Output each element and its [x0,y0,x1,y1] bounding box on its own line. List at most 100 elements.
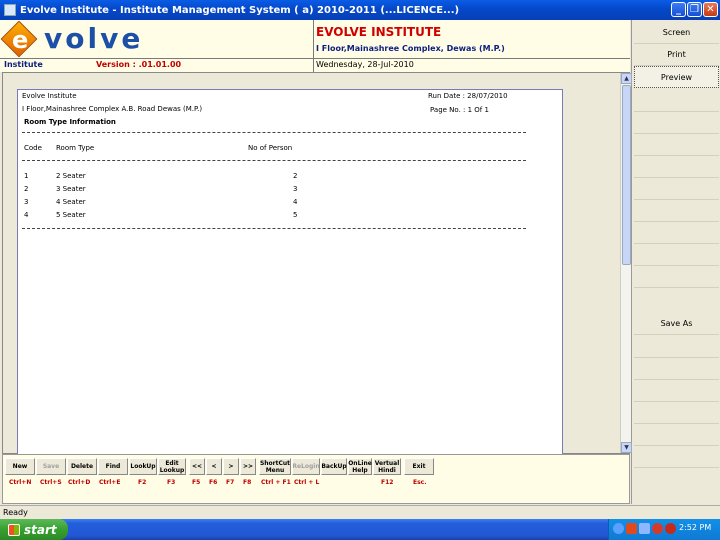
print-button[interactable]: Print [634,44,719,66]
col-header-code: Code [24,144,42,152]
panel-divider [634,379,719,380]
logo: e volve [0,20,154,58]
col-header-persons: No of Person [248,144,293,152]
scroll-thumb[interactable] [622,85,631,265]
save-as-button[interactable]: Save As [634,313,719,335]
online-help-button[interactable]: OnLine Help [348,458,372,475]
find-button[interactable]: Find [98,458,128,475]
close-icon[interactable]: ✕ [703,2,718,17]
row-persons: 2 [293,172,298,180]
row-persons: 4 [293,198,298,206]
panel-divider [634,111,719,112]
shortcut-key: Ctrl+E [99,479,121,486]
report-rule [22,132,526,133]
taskbar: start 2:52 PM [0,519,720,540]
report-rule [22,228,526,229]
title-bar[interactable]: Evolve Institute - Institute Management … [0,0,720,20]
network-icon[interactable] [613,523,624,534]
previous-record-button[interactable]: < [206,458,222,475]
shortcut-key: Ctrl + F1 [261,479,291,486]
shortcut-key: F7 [226,479,235,486]
clock[interactable]: 2:52 PM [679,523,711,532]
logo-letter: e [12,26,29,54]
last-record-button[interactable]: >> [240,458,256,475]
preview-margin [581,73,619,453]
shortcut-key: F6 [209,479,218,486]
panel-divider [634,199,719,200]
screen-button[interactable]: Screen [634,22,719,44]
row-persons: 5 [293,211,298,219]
edit-lookup-button[interactable]: Edit Lookup [158,458,186,475]
window-controls: _ ❐ ✕ [671,2,718,17]
panel-divider [634,243,719,244]
panel-divider [634,177,719,178]
windows-logo-icon [8,523,20,536]
shortcut-key: F12 [381,479,394,486]
virtual-hindi-button[interactable]: Vertual Hindi [373,458,401,475]
volume-icon[interactable] [639,523,650,534]
report-address: I Floor,Mainashree Complex A.B. Road Dew… [22,105,203,113]
relogin-button[interactable]: ReLogin [292,458,320,475]
restore-icon[interactable]: ❐ [687,2,702,17]
save-button[interactable]: Save [36,458,66,475]
status-bar: Ready [0,505,720,519]
new-button[interactable]: New [5,458,35,475]
panel-divider [634,467,719,468]
app-icon [4,4,16,16]
report-page: Evolve Institute I Floor,Mainashree Comp… [17,89,563,457]
panel-divider [634,445,719,446]
start-button[interactable]: start [0,519,68,540]
panel-divider [634,221,719,222]
panel-divider [634,287,719,288]
lookup-button[interactable]: LookUp [129,458,157,475]
col-header-room-type: Room Type [56,144,95,152]
start-label: start [24,522,57,537]
window-title: Evolve Institute - Institute Management … [20,4,460,16]
shortcut-key: Esc. [413,479,427,486]
security-icon[interactable] [652,523,663,534]
row-persons: 3 [293,185,298,193]
current-date: Wednesday, 28-Jul-2010 [316,60,414,69]
preview-button[interactable]: Preview [634,66,719,88]
vertical-scrollbar[interactable]: ▲ ▼ [620,73,632,453]
row-code: 4 [24,211,29,219]
minimize-icon[interactable]: _ [671,2,686,17]
panel-divider [634,423,719,424]
report-title: Room Type Information [24,118,116,126]
shortcut-key: F8 [243,479,252,486]
version-label: Version : .01.01.00 [96,60,182,69]
row-code: 3 [24,198,29,206]
shortcut-key: F5 [192,479,201,486]
exit-button[interactable]: Exit [404,458,434,475]
first-record-button[interactable]: << [189,458,205,475]
status-text: Ready [3,508,28,517]
language-icon[interactable] [626,523,637,534]
antivirus-icon[interactable] [665,523,676,534]
module-name: Institute [4,60,43,69]
shortcut-key: Ctrl+S [40,479,62,486]
row-room-type: 2 Seater [56,172,86,180]
report-preview: Evolve Institute I Floor,Mainashree Comp… [2,72,632,457]
row-room-type: 5 Seater [56,211,86,219]
app-window: Evolve Institute - Institute Management … [0,0,720,540]
scroll-down-icon[interactable]: ▼ [621,442,632,453]
next-record-button[interactable]: > [223,458,239,475]
panel-divider [634,401,719,402]
shortcut-menu-button[interactable]: ShortCut Menu [259,458,291,475]
shortcut-key: Ctrl + L [294,479,320,486]
org-address: I Floor,Mainashree Complex, Dewas (M.P.) [316,44,505,53]
report-company: Evolve Institute [22,92,77,100]
delete-button[interactable]: Delete [67,458,97,475]
action-toolbar: New Save Delete Find LookUp Edit Lookup … [2,454,630,504]
report-rule [22,160,526,161]
app-header: e volve EVOLVE INSTITUTE I Floor,Mainash… [0,20,630,72]
row-code: 2 [24,185,29,193]
logo-wordmark: volve [44,22,144,55]
system-tray: 2:52 PM [608,519,720,540]
info-bar: Institute Version : .01.01.00 Wednesday,… [0,58,630,70]
scroll-up-icon[interactable]: ▲ [621,73,632,84]
org-name: EVOLVE INSTITUTE [316,25,442,39]
shortcut-key: F3 [167,479,176,486]
backup-button[interactable]: BackUp [321,458,347,475]
shortcut-key: Ctrl+D [68,479,91,486]
